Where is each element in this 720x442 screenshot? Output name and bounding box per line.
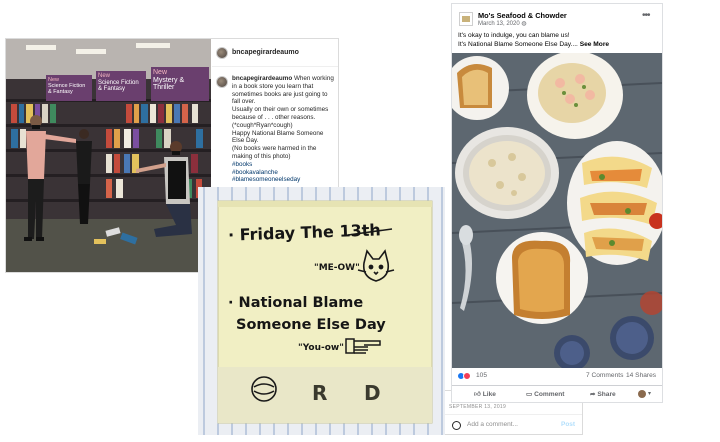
globe-icon: ◍ xyxy=(521,21,527,27)
share-icon: ➦ xyxy=(590,391,596,398)
chevron-down-icon[interactable]: ▾ xyxy=(648,390,651,397)
note-line-someone: Someone Else Day xyxy=(236,317,386,333)
post-text: It's okay to indulge, you can blame us! … xyxy=(458,31,658,49)
food-photo[interactable] xyxy=(452,53,662,368)
seafood-platter-image xyxy=(452,53,662,368)
like-button[interactable]: 👍︎ Like xyxy=(474,390,496,398)
sign-text: Mystery & Thriller xyxy=(153,76,185,92)
share-button[interactable]: ➦ Share xyxy=(590,390,616,398)
like-label: Like xyxy=(482,391,496,398)
caption-username[interactable]: bncapegirardeaumo xyxy=(232,75,292,82)
post-button[interactable]: Post xyxy=(561,421,575,428)
share-label: Share xyxy=(597,391,616,398)
note-letter-r: R xyxy=(312,381,328,405)
emoji-icon[interactable] xyxy=(452,421,461,430)
shares-count[interactable]: 14 Shares xyxy=(626,372,656,379)
avatar[interactable] xyxy=(216,47,228,59)
hashtag-link[interactable]: #books xyxy=(232,161,336,169)
comment-label: Comment xyxy=(534,391,565,398)
post-text-line1: It's okay to indulge, you can blame us! xyxy=(458,32,570,39)
see-more-link[interactable]: See More xyxy=(580,41,609,48)
note-letter-d: D xyxy=(364,381,381,405)
comment-button[interactable]: ▭ Comment xyxy=(526,390,564,398)
comment-row: Add a comment... Post xyxy=(445,414,582,436)
profile-avatar-icon[interactable] xyxy=(638,390,646,398)
post-date[interactable]: March 13, 2020 ◍ xyxy=(478,20,527,27)
love-reaction-icon[interactable] xyxy=(463,372,471,380)
sign-sci-fi-2: New Science Fiction & Fantasy xyxy=(96,71,146,101)
facebook-post-card: Mo's Seafood & Chowder March 13, 2020 ◍ … xyxy=(451,3,663,403)
more-options-icon[interactable]: ••• xyxy=(642,10,650,21)
bookstore-photo: New Science Fiction & Fantasy New Scienc… xyxy=(6,39,211,272)
post-actions: 👍︎ Like ▭ Comment ➦ Share ▾ xyxy=(452,385,662,403)
caption-line: Happy National Blame Someone Else Day. xyxy=(232,129,324,145)
avatar[interactable] xyxy=(216,76,228,88)
comments-count[interactable]: 7 Comments xyxy=(586,372,623,379)
sign-new-label: New xyxy=(153,69,168,76)
sticky-note-photo: · Friday The 13th "ME-OW" · National Bla… xyxy=(198,187,445,435)
page-logo[interactable] xyxy=(459,12,473,26)
divider xyxy=(212,66,338,67)
comment-input[interactable]: Add a comment... xyxy=(467,421,518,428)
sign-sci-fi-1: New Science Fiction & Fantasy xyxy=(46,75,92,101)
sign-mystery: New Mystery & Thriller xyxy=(151,67,209,101)
hashtag-link[interactable]: #bookavalanche xyxy=(232,169,336,177)
sign-text: Science Fiction & Fantasy xyxy=(48,83,86,95)
post-date-text: March 13, 2020 xyxy=(478,21,520,27)
hashtag-link[interactable]: #blamesomeoneelseday xyxy=(232,176,336,184)
thumbs-up-icon: 👍︎ xyxy=(474,391,481,398)
reactions-count[interactable]: 105 xyxy=(476,372,487,379)
page-name[interactable]: Mo's Seafood & Chowder xyxy=(478,11,567,20)
comment-icon: ▭ xyxy=(526,391,533,398)
note-line-national: · National Blame xyxy=(228,295,364,311)
caption-line: Usually on their own or sometimes becaus… xyxy=(232,106,329,121)
post-stats: 105 7 Comments 14 Shares xyxy=(452,370,662,383)
sign-text: Science Fiction & Fantasy xyxy=(98,79,139,93)
caption-line: (No books were harmed in the making of t… xyxy=(232,145,317,160)
post-date: SEPTEMBER 13, 2019 xyxy=(449,404,507,410)
post-text-line2: It's National Blame Someone Else Day.... xyxy=(458,41,578,48)
caption-line: (*cough*Ryan*cough) xyxy=(232,121,293,129)
note-youow: "You-ow" xyxy=(298,343,344,353)
note-meow: "ME-OW" xyxy=(314,263,360,273)
instagram-caption: bncapegirardeaumo When working in a book… xyxy=(232,75,336,184)
instagram-username[interactable]: bncapegirardeaumo xyxy=(232,49,299,56)
